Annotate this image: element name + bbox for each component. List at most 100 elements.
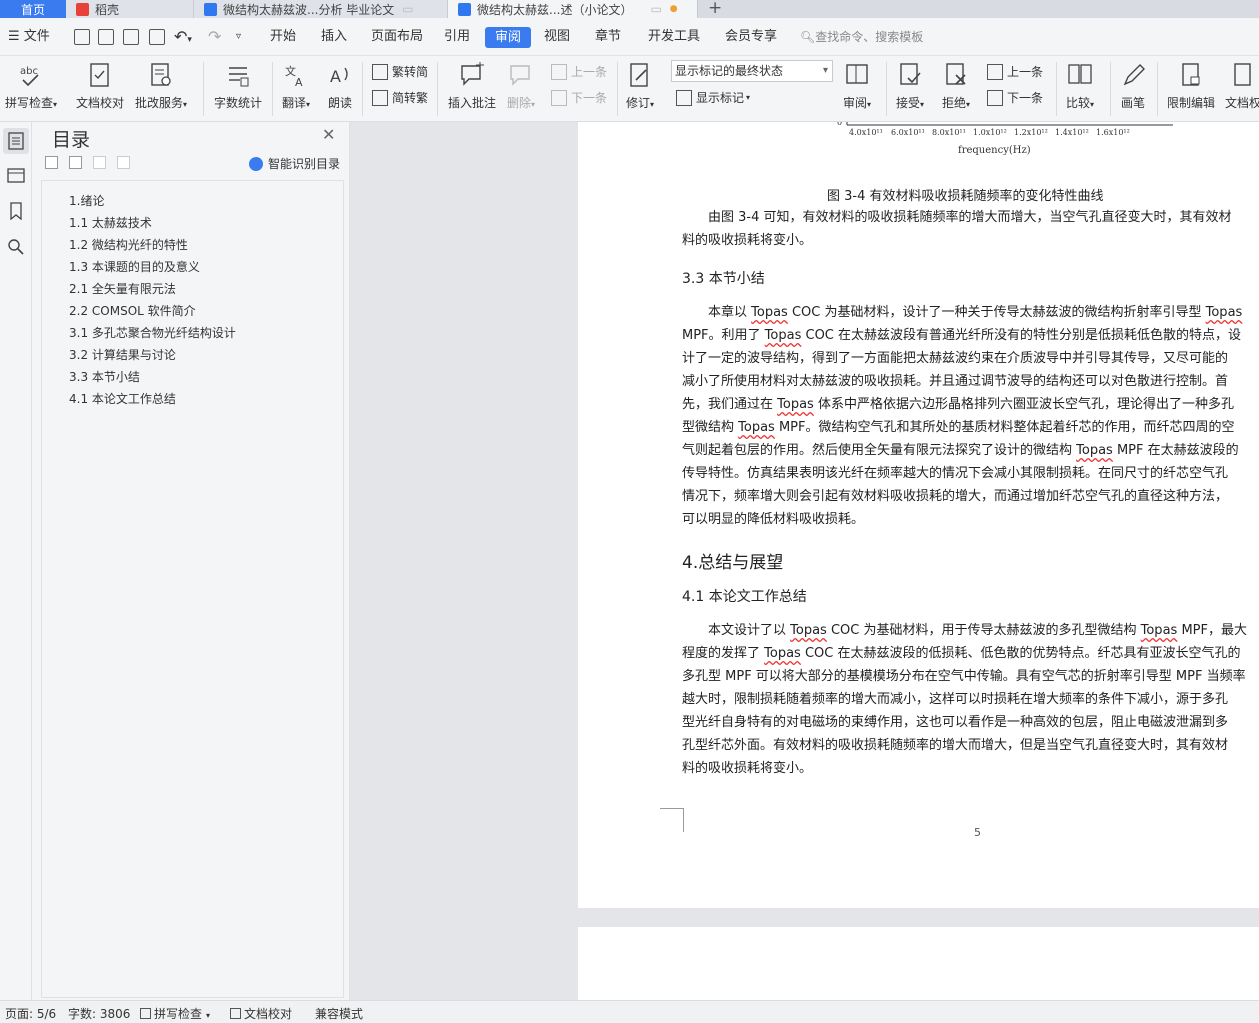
review-pane-button[interactable]: 审阅▾: [843, 62, 871, 111]
menu-insert[interactable]: 插入: [321, 18, 347, 56]
prev-change-button[interactable]: 上一条: [987, 63, 1043, 80]
simp-to-trad-button[interactable]: 简转繁: [372, 89, 428, 106]
correction-service-button[interactable]: 批改服务▾: [135, 62, 187, 111]
track-changes-icon: [630, 63, 648, 87]
page-indicator[interactable]: 页面: 5/6: [5, 1005, 56, 1022]
x-tick-label: 1.0x10¹²: [973, 128, 1007, 137]
new-tab-button[interactable]: +: [708, 0, 722, 18]
doc-rights-icon: [1234, 63, 1251, 86]
accept-button[interactable]: 接受▾: [896, 62, 924, 111]
toc-item[interactable]: 4.1 本论文工作总结: [69, 390, 176, 407]
ink-button[interactable]: 画笔: [1121, 62, 1145, 111]
markup-mode-select[interactable]: 显示标记的最终状态: [671, 60, 833, 82]
expand-all-icon[interactable]: [69, 156, 82, 169]
wps-writer-window: 首页 稻壳 微结构太赫兹波...分析 毕业论文 ▭ 微结构太赫兹...述（小论文…: [0, 0, 1259, 1023]
translate-icon: 文A: [285, 64, 303, 88]
search-icon[interactable]: [7, 238, 25, 256]
redo-button[interactable]: ↷: [208, 18, 221, 56]
trad-to-simp-button[interactable]: 繁转简: [372, 63, 428, 80]
add-toc-item-icon[interactable]: [93, 156, 106, 169]
close-icon[interactable]: ✕: [322, 125, 335, 144]
export-pdf-icon[interactable]: [98, 29, 114, 45]
word-count-indicator[interactable]: 字数: 3806: [68, 1005, 130, 1022]
collapse-all-icon[interactable]: [45, 156, 58, 169]
toc-item[interactable]: 3.2 计算结果与讨论: [69, 346, 176, 363]
word-count-button[interactable]: 字数统计: [214, 62, 262, 111]
read-aloud-button[interactable]: A 朗读: [328, 62, 352, 111]
command-search[interactable]: 🔍︎查找命令、搜索模板: [800, 18, 923, 56]
document-page[interactable]: 0 4.0x10¹¹ 6.0x10¹¹ 8.0x10¹¹ 1.0x10¹² 1.…: [578, 122, 1259, 908]
reject-button[interactable]: 拒绝▾: [942, 62, 970, 111]
page-margin-mark: [660, 808, 684, 832]
toc-item[interactable]: 3.3 本节小结: [69, 368, 140, 385]
toc-panel-title: 目录: [52, 129, 91, 151]
text-line: 传导特性。仿真结果表明该光纤在频率越大的情况下会减小其限制损耗。在同尺寸的纤芯空…: [682, 466, 1229, 481]
figure-caption: 图 3-4 有效材料吸收损耗随频率的变化特性曲线: [827, 189, 1104, 204]
reject-label: 拒绝: [942, 96, 967, 110]
next-change-button[interactable]: 下一条: [987, 89, 1043, 106]
compare-icon: [1068, 64, 1092, 84]
insert-comment-button[interactable]: 插入批注: [448, 62, 496, 111]
print-preview-icon[interactable]: [149, 29, 165, 45]
status-spell-check[interactable]: 拼写检查 ▾: [140, 1005, 210, 1022]
smart-toc-icon: [249, 156, 263, 171]
menu-view[interactable]: 视图: [544, 18, 570, 56]
ribbon-separator: [272, 62, 273, 116]
restrict-edit-button[interactable]: 限制编辑: [1167, 62, 1215, 111]
tab-daoke[interactable]: 稻壳: [66, 0, 194, 18]
document-canvas[interactable]: 0 4.0x10¹¹ 6.0x10¹¹ 8.0x10¹¹ 1.0x10¹² 1.…: [350, 122, 1259, 1000]
save-icon[interactable]: [74, 29, 90, 45]
menu-references[interactable]: 引用: [444, 18, 470, 56]
compare-button[interactable]: 比较▾: [1066, 62, 1094, 111]
undo-button[interactable]: ↶▾: [174, 18, 192, 56]
status-proofread[interactable]: 文档校对: [230, 1005, 292, 1022]
next-change-label: 下一条: [1007, 91, 1044, 105]
toc-item[interactable]: 2.1 全矢量有限元法: [69, 280, 176, 297]
customize-dropdown-icon[interactable]: ▿: [236, 18, 241, 56]
file-menu[interactable]: ☰ 文件: [8, 18, 50, 56]
menu-start[interactable]: 开始: [270, 18, 296, 56]
review-ribbon: abc 拼写检查▾ 文档校对 批改服务▾ 字数统计 文A 翻译▾ A 朗读 繁转…: [0, 56, 1259, 122]
translate-button[interactable]: 文A 翻译▾: [282, 62, 310, 111]
print-icon[interactable]: [123, 29, 139, 45]
tab-doc-thesis[interactable]: 微结构太赫兹波...分析 毕业论文 ▭: [194, 0, 448, 18]
menu-chapter[interactable]: 章节: [595, 18, 621, 56]
chapter-nav-icon[interactable]: [7, 166, 25, 184]
text-line: 可以明显的降低材料吸收损耗。: [682, 512, 865, 527]
tab-doc-paper[interactable]: 微结构太赫兹...述（小论文） ▭ ●: [448, 0, 698, 18]
track-changes-button[interactable]: 修订▾: [626, 62, 654, 111]
menu-page-layout[interactable]: 页面布局: [371, 18, 423, 56]
smart-toc-button[interactable]: 智能识别目录: [249, 155, 340, 172]
menu-review[interactable]: 审阅: [485, 27, 532, 48]
tab-home[interactable]: 首页: [0, 0, 66, 18]
status-proofread-label: 文档校对: [244, 1007, 293, 1021]
toc-item[interactable]: 2.2 COMSOL 软件简介: [69, 302, 196, 319]
toc-item[interactable]: 1.3 本课题的目的及意义: [69, 258, 200, 275]
correction-service-label: 批改服务: [135, 96, 184, 110]
text-line: 情况下，频率增大则会引起有效材料吸收损耗的增大，而通过增加纤芯空气孔的直径这种方…: [682, 489, 1229, 504]
text-line: MPF。利用了 Topas COC 在太赫兹波段有普通光纤所没有的特性分别是低损…: [682, 328, 1242, 343]
bookmark-icon[interactable]: [7, 202, 25, 220]
toc-item[interactable]: 3.1 多孔芯聚合物光纤结构设计: [69, 324, 236, 341]
next-document-page[interactable]: [578, 927, 1259, 1000]
next-comment-button[interactable]: 下一条: [551, 89, 607, 106]
spell-check-button[interactable]: abc 拼写检查▾: [5, 62, 57, 111]
toc-item[interactable]: 1.绪论: [69, 192, 104, 209]
menu-membership[interactable]: 会员专享: [725, 18, 777, 56]
doc-proofread-button[interactable]: 文档校对: [76, 62, 124, 111]
show-markup-button[interactable]: 显示标记 ▾: [676, 89, 750, 106]
toc-item[interactable]: 1.2 微结构光纤的特性: [69, 236, 188, 253]
x-tick-label: 1.4x10¹²: [1055, 128, 1089, 137]
trad-to-simp-label: 繁转简: [392, 65, 429, 79]
text-line: 型微结构 Topas MPF。微结构空气孔和其所处的基质材料整体起着纤芯的作用，…: [682, 420, 1235, 435]
ribbon-separator: [1110, 62, 1111, 116]
toc-item[interactable]: 1.1 太赫兹技术: [69, 214, 152, 231]
restrict-edit-label: 限制编辑: [1167, 96, 1216, 110]
monitor-icon: ▭: [402, 2, 414, 16]
delete-comment-button[interactable]: 删除▾: [507, 62, 535, 111]
prev-comment-button[interactable]: 上一条: [551, 63, 607, 80]
remove-toc-item-icon[interactable]: [117, 156, 130, 169]
toc-icon[interactable]: [7, 132, 25, 150]
doc-rights-button[interactable]: 文档权: [1225, 62, 1259, 111]
menu-developer[interactable]: 开发工具: [648, 18, 700, 56]
